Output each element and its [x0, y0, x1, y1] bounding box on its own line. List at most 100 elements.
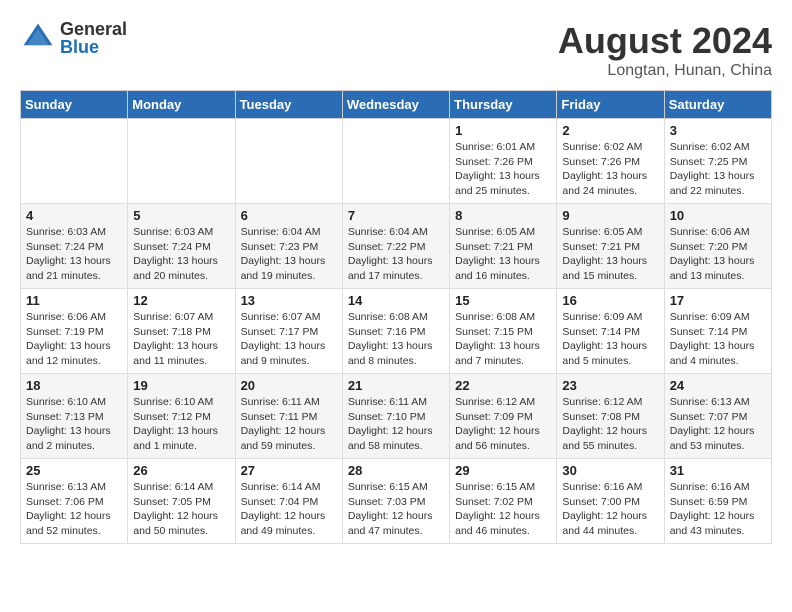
day-number: 22	[455, 378, 551, 393]
day-info: Sunrise: 6:09 AM Sunset: 7:14 PM Dayligh…	[562, 310, 658, 369]
calendar-cell: 1 Sunrise: 6:01 AM Sunset: 7:26 PM Daylig…	[450, 119, 557, 204]
day-number: 10	[670, 208, 766, 223]
day-number: 9	[562, 208, 658, 223]
calendar-cell: 21Sunrise: 6:11 AM Sunset: 7:10 PM Dayli…	[342, 374, 449, 459]
calendar-cell: 23Sunrise: 6:12 AM Sunset: 7:08 PM Dayli…	[557, 374, 664, 459]
day-info: Sunrise: 6:16 AM Sunset: 6:59 PM Dayligh…	[670, 480, 766, 539]
month-year-title: August 2024	[558, 20, 772, 62]
calendar-week-row: 4 Sunrise: 6:03 AM Sunset: 7:24 PM Daylig…	[21, 204, 772, 289]
calendar-cell: 24 Sunrise: 6:13 AM Sunset: 7:07 PM Dayli…	[664, 374, 771, 459]
logo-icon	[20, 20, 56, 56]
day-info: Sunrise: 6:07 AM Sunset: 7:18 PM Dayligh…	[133, 310, 229, 369]
calendar-week-row: 1 Sunrise: 6:01 AM Sunset: 7:26 PM Daylig…	[21, 119, 772, 204]
calendar-cell: 17Sunrise: 6:09 AM Sunset: 7:14 PM Dayli…	[664, 289, 771, 374]
day-number: 13	[241, 293, 337, 308]
day-number: 6	[241, 208, 337, 223]
day-number: 7	[348, 208, 444, 223]
calendar-cell: 8 Sunrise: 6:05 AM Sunset: 7:21 PM Daylig…	[450, 204, 557, 289]
calendar-cell: 22 Sunrise: 6:12 AM Sunset: 7:09 PM Dayli…	[450, 374, 557, 459]
calendar-cell: 11 Sunrise: 6:06 AM Sunset: 7:19 PM Dayli…	[21, 289, 128, 374]
calendar-cell: 5 Sunrise: 6:03 AM Sunset: 7:24 PM Daylig…	[128, 204, 235, 289]
day-info: Sunrise: 6:06 AM Sunset: 7:19 PM Dayligh…	[26, 310, 122, 369]
calendar-cell: 16 Sunrise: 6:09 AM Sunset: 7:14 PM Dayli…	[557, 289, 664, 374]
day-info: Sunrise: 6:05 AM Sunset: 7:21 PM Dayligh…	[562, 225, 658, 284]
day-number: 18	[26, 378, 122, 393]
day-info: Sunrise: 6:02 AM Sunset: 7:26 PM Dayligh…	[562, 140, 658, 199]
calendar-cell: 15 Sunrise: 6:08 AM Sunset: 7:15 PM Dayli…	[450, 289, 557, 374]
day-info: Sunrise: 6:07 AM Sunset: 7:17 PM Dayligh…	[241, 310, 337, 369]
day-info: Sunrise: 6:03 AM Sunset: 7:24 PM Dayligh…	[133, 225, 229, 284]
weekday-header: Sunday	[21, 91, 128, 119]
logo: General Blue	[20, 20, 127, 56]
day-number: 30	[562, 463, 658, 478]
day-info: Sunrise: 6:08 AM Sunset: 7:15 PM Dayligh…	[455, 310, 551, 369]
calendar-cell	[342, 119, 449, 204]
day-number: 12	[133, 293, 229, 308]
weekday-header: Wednesday	[342, 91, 449, 119]
calendar-table: SundayMondayTuesdayWednesdayThursdayFrid…	[20, 90, 772, 544]
day-number: 28	[348, 463, 444, 478]
day-number: 25	[26, 463, 122, 478]
calendar-cell: 3Sunrise: 6:02 AM Sunset: 7:25 PM Daylig…	[664, 119, 771, 204]
day-info: Sunrise: 6:15 AM Sunset: 7:02 PM Dayligh…	[455, 480, 551, 539]
day-number: 31	[670, 463, 766, 478]
day-info: Sunrise: 6:08 AM Sunset: 7:16 PM Dayligh…	[348, 310, 444, 369]
day-number: 20	[241, 378, 337, 393]
weekday-header: Saturday	[664, 91, 771, 119]
day-info: Sunrise: 6:02 AM Sunset: 7:25 PM Dayligh…	[670, 140, 766, 199]
day-info: Sunrise: 6:04 AM Sunset: 7:22 PM Dayligh…	[348, 225, 444, 284]
calendar-week-row: 25 Sunrise: 6:13 AM Sunset: 7:06 PM Dayli…	[21, 459, 772, 544]
day-number: 16	[562, 293, 658, 308]
calendar-cell: 14 Sunrise: 6:08 AM Sunset: 7:16 PM Dayli…	[342, 289, 449, 374]
weekday-header: Monday	[128, 91, 235, 119]
day-info: Sunrise: 6:11 AM Sunset: 7:10 PM Dayligh…	[348, 395, 444, 454]
day-info: Sunrise: 6:14 AM Sunset: 7:04 PM Dayligh…	[241, 480, 337, 539]
calendar-cell: 20 Sunrise: 6:11 AM Sunset: 7:11 PM Dayli…	[235, 374, 342, 459]
day-info: Sunrise: 6:05 AM Sunset: 7:21 PM Dayligh…	[455, 225, 551, 284]
day-info: Sunrise: 6:03 AM Sunset: 7:24 PM Dayligh…	[26, 225, 122, 284]
weekday-header: Tuesday	[235, 91, 342, 119]
day-info: Sunrise: 6:13 AM Sunset: 7:07 PM Dayligh…	[670, 395, 766, 454]
calendar-cell: 2 Sunrise: 6:02 AM Sunset: 7:26 PM Daylig…	[557, 119, 664, 204]
day-info: Sunrise: 6:11 AM Sunset: 7:11 PM Dayligh…	[241, 395, 337, 454]
calendar-cell: 30 Sunrise: 6:16 AM Sunset: 7:00 PM Dayli…	[557, 459, 664, 544]
calendar-cell: 19Sunrise: 6:10 AM Sunset: 7:12 PM Dayli…	[128, 374, 235, 459]
calendar-cell: 9 Sunrise: 6:05 AM Sunset: 7:21 PM Daylig…	[557, 204, 664, 289]
calendar-cell: 4 Sunrise: 6:03 AM Sunset: 7:24 PM Daylig…	[21, 204, 128, 289]
day-info: Sunrise: 6:01 AM Sunset: 7:26 PM Dayligh…	[455, 140, 551, 199]
day-info: Sunrise: 6:13 AM Sunset: 7:06 PM Dayligh…	[26, 480, 122, 539]
calendar-week-row: 11 Sunrise: 6:06 AM Sunset: 7:19 PM Dayli…	[21, 289, 772, 374]
calendar-cell: 28 Sunrise: 6:15 AM Sunset: 7:03 PM Dayli…	[342, 459, 449, 544]
calendar-cell: 7 Sunrise: 6:04 AM Sunset: 7:22 PM Daylig…	[342, 204, 449, 289]
day-info: Sunrise: 6:16 AM Sunset: 7:00 PM Dayligh…	[562, 480, 658, 539]
day-number: 8	[455, 208, 551, 223]
calendar-cell: 13 Sunrise: 6:07 AM Sunset: 7:17 PM Dayli…	[235, 289, 342, 374]
calendar-cell: 31 Sunrise: 6:16 AM Sunset: 6:59 PM Dayli…	[664, 459, 771, 544]
calendar-cell: 26Sunrise: 6:14 AM Sunset: 7:05 PM Dayli…	[128, 459, 235, 544]
day-number: 2	[562, 123, 658, 138]
weekday-header: Thursday	[450, 91, 557, 119]
day-info: Sunrise: 6:15 AM Sunset: 7:03 PM Dayligh…	[348, 480, 444, 539]
day-number: 1	[455, 123, 551, 138]
logo-general: General	[60, 20, 127, 38]
day-number: 4	[26, 208, 122, 223]
calendar-cell: 6Sunrise: 6:04 AM Sunset: 7:23 PM Daylig…	[235, 204, 342, 289]
day-number: 24	[670, 378, 766, 393]
calendar-cell: 29 Sunrise: 6:15 AM Sunset: 7:02 PM Dayli…	[450, 459, 557, 544]
day-info: Sunrise: 6:10 AM Sunset: 7:13 PM Dayligh…	[26, 395, 122, 454]
day-number: 27	[241, 463, 337, 478]
day-number: 29	[455, 463, 551, 478]
day-info: Sunrise: 6:14 AM Sunset: 7:05 PM Dayligh…	[133, 480, 229, 539]
calendar-cell: 18 Sunrise: 6:10 AM Sunset: 7:13 PM Dayli…	[21, 374, 128, 459]
day-number: 11	[26, 293, 122, 308]
logo-blue: Blue	[60, 38, 127, 56]
day-info: Sunrise: 6:12 AM Sunset: 7:09 PM Dayligh…	[455, 395, 551, 454]
day-info: Sunrise: 6:06 AM Sunset: 7:20 PM Dayligh…	[670, 225, 766, 284]
day-number: 14	[348, 293, 444, 308]
day-number: 5	[133, 208, 229, 223]
day-number: 15	[455, 293, 551, 308]
day-info: Sunrise: 6:10 AM Sunset: 7:12 PM Dayligh…	[133, 395, 229, 454]
calendar-cell: 10 Sunrise: 6:06 AM Sunset: 7:20 PM Dayli…	[664, 204, 771, 289]
calendar-cell	[21, 119, 128, 204]
calendar-cell: 27 Sunrise: 6:14 AM Sunset: 7:04 PM Dayli…	[235, 459, 342, 544]
